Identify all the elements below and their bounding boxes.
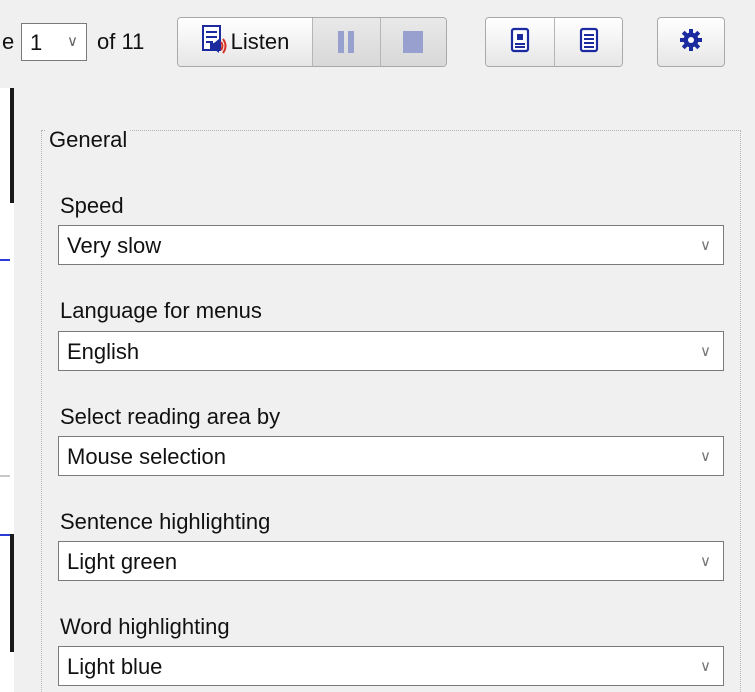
stop-button[interactable] (379, 18, 446, 66)
listen-button[interactable]: Listen (178, 18, 312, 66)
page-view-button[interactable] (486, 18, 554, 66)
reading-area-value: Mouse selection (67, 444, 226, 469)
chevron-down-icon: ∨ (700, 343, 711, 360)
language-value: English (67, 339, 140, 364)
gear-icon (679, 28, 703, 57)
chevron-down-icon: ∨ (700, 237, 711, 254)
text-view-icon (579, 27, 599, 58)
speed-label: Speed (60, 193, 124, 218)
chevron-down-icon: ∨ (67, 33, 78, 50)
word-highlight-dropdown[interactable]: Light blue ∨ (58, 646, 724, 686)
sentence-highlight-label: Sentence highlighting (60, 509, 271, 534)
reading-area-label: Select reading area by (60, 404, 281, 429)
pause-button[interactable] (312, 18, 380, 66)
language-dropdown[interactable]: English ∨ (58, 331, 724, 371)
settings-panel (14, 88, 755, 692)
page-count-label: of 11 (97, 29, 145, 54)
page-view-icon (510, 27, 530, 58)
word-highlight-label: Word highlighting (60, 614, 230, 639)
view-mode-controls (485, 17, 623, 67)
general-group-title: General (46, 127, 131, 153)
chevron-down-icon: ∨ (700, 553, 711, 570)
listen-label: Listen (230, 29, 290, 54)
speaker-document-icon (201, 24, 227, 60)
settings-button[interactable] (657, 17, 725, 67)
speed-value: Very slow (67, 233, 162, 258)
chevron-down-icon: ∨ (700, 448, 711, 465)
playback-controls: Listen (177, 17, 447, 67)
sentence-highlight-dropdown[interactable]: Light green ∨ (58, 541, 724, 581)
toolbar: e 1 ∨ of 11 Listen (0, 0, 755, 88)
reading-area-dropdown[interactable]: Mouse selection ∨ (58, 436, 724, 476)
page-number-value: 1 (30, 30, 43, 55)
page-number-select[interactable]: 1 ∨ (21, 23, 87, 61)
speed-dropdown[interactable]: Very slow ∨ (58, 225, 724, 265)
document-edge (0, 88, 15, 692)
text-view-button[interactable] (554, 18, 622, 66)
language-label: Language for menus (60, 298, 262, 323)
stop-icon (403, 31, 424, 53)
pause-icon (336, 31, 356, 53)
sentence-highlight-value: Light green (67, 549, 178, 574)
chevron-down-icon: ∨ (700, 658, 711, 675)
page-label-partial: e (2, 29, 15, 54)
word-highlight-value: Light blue (67, 654, 163, 679)
app-window: e 1 ∨ of 11 Listen General Speed Very sl… (0, 0, 755, 692)
